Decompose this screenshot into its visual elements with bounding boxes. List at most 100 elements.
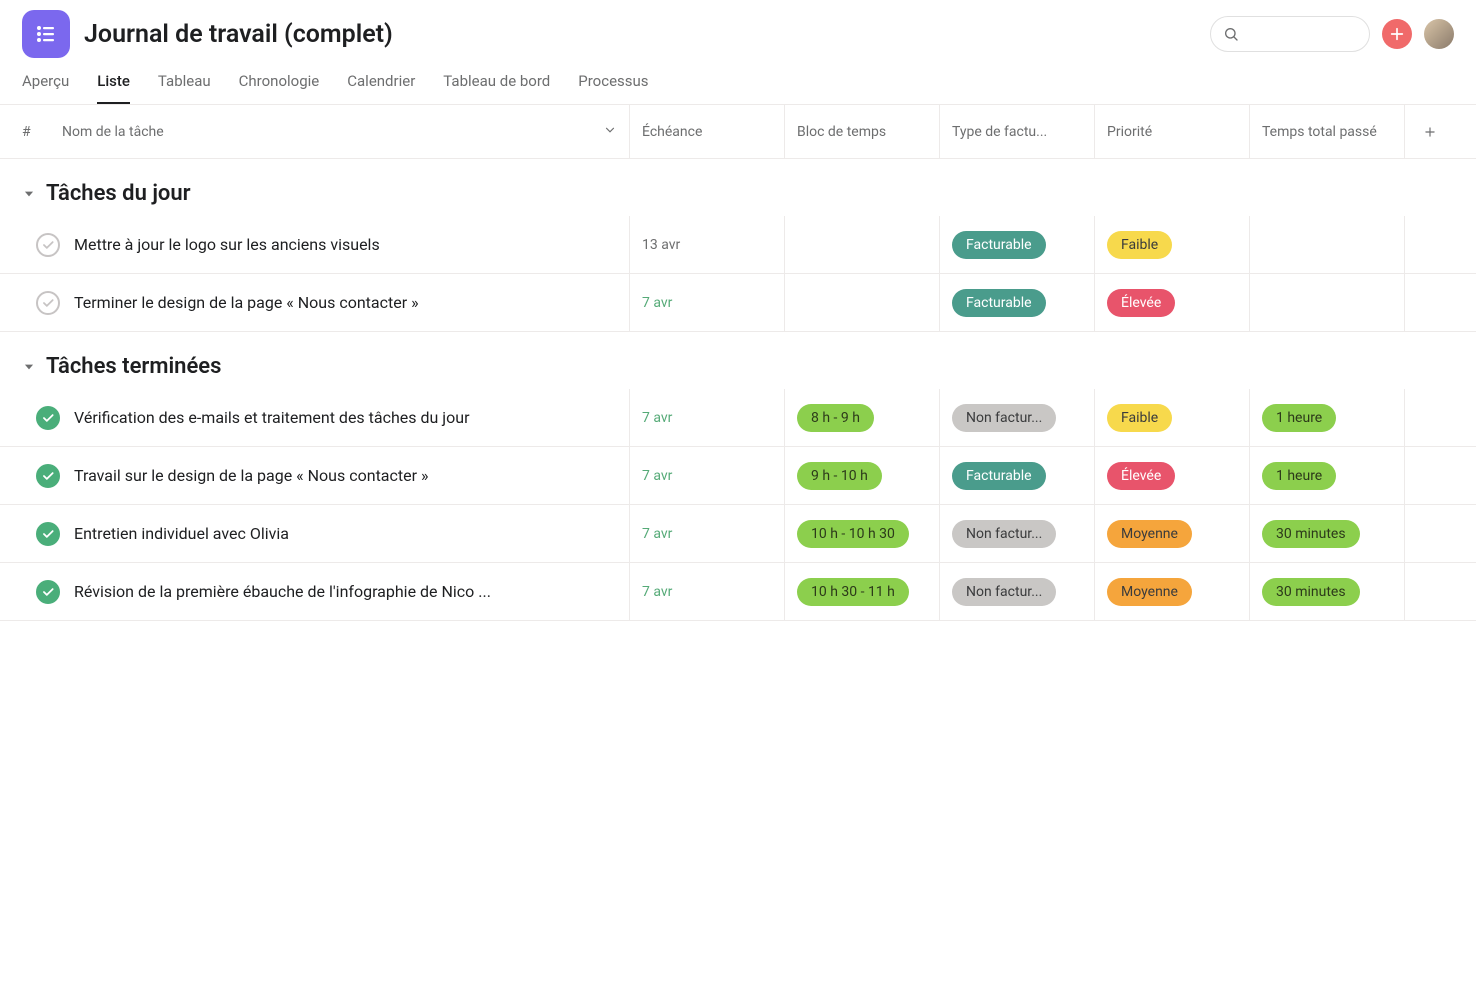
pill: 30 minutes <box>1262 520 1360 548</box>
billing-cell[interactable]: Facturable <box>939 216 1094 273</box>
pill: Élevée <box>1107 289 1175 317</box>
billing-cell[interactable]: Non factur... <box>939 563 1094 620</box>
col-total[interactable]: Temps total passé <box>1249 105 1404 158</box>
priority-cell[interactable]: Faible <box>1094 389 1249 446</box>
total-cell[interactable]: 30 minutes <box>1249 563 1404 620</box>
plus-icon <box>1423 125 1437 139</box>
complete-checkbox[interactable] <box>36 522 60 546</box>
plus-icon <box>1389 26 1405 42</box>
block-cell[interactable]: 9 h - 10 h <box>784 447 939 504</box>
task-name[interactable]: Mettre à jour le logo sur les anciens vi… <box>74 235 380 254</box>
total-cell[interactable] <box>1249 274 1404 331</box>
priority-cell[interactable]: Moyenne <box>1094 563 1249 620</box>
pill: 1 heure <box>1262 462 1336 490</box>
col-name[interactable]: Nom de la tâche <box>62 105 629 158</box>
tab-tableau[interactable]: Tableau <box>158 72 211 104</box>
due-cell[interactable]: 7 avr <box>629 274 784 331</box>
task-name[interactable]: Travail sur le design de la page « Nous … <box>74 466 428 485</box>
table-row[interactable]: Travail sur le design de la page « Nous … <box>0 447 1476 505</box>
priority-cell[interactable]: Faible <box>1094 216 1249 273</box>
pill: Faible <box>1107 404 1172 432</box>
pill: Moyenne <box>1107 578 1192 606</box>
col-block[interactable]: Bloc de temps <box>784 105 939 158</box>
page-title: Journal de travail (complet) <box>84 20 393 49</box>
chevron-down-icon[interactable] <box>603 123 617 141</box>
list-icon <box>34 22 58 46</box>
add-button[interactable] <box>1382 19 1412 49</box>
section-title: Tâches terminées <box>46 354 221 379</box>
priority-cell[interactable]: Élevée <box>1094 447 1249 504</box>
pill: 30 minutes <box>1262 578 1360 606</box>
avatar[interactable] <box>1424 19 1454 49</box>
col-num[interactable]: # <box>22 105 62 158</box>
billing-cell[interactable]: Non factur... <box>939 389 1094 446</box>
pill: Non factur... <box>952 520 1056 548</box>
block-cell[interactable]: 8 h - 9 h <box>784 389 939 446</box>
block-cell[interactable] <box>784 216 939 273</box>
table-row[interactable]: Terminer le design de la page « Nous con… <box>0 274 1476 332</box>
complete-checkbox[interactable] <box>36 291 60 315</box>
billing-cell[interactable]: Facturable <box>939 447 1094 504</box>
search-icon <box>1223 26 1239 42</box>
pill: 10 h 30 - 11 h <box>797 578 909 606</box>
priority-cell[interactable]: Élevée <box>1094 274 1249 331</box>
triangle-down-icon[interactable] <box>22 187 36 201</box>
search-input[interactable] <box>1210 16 1370 52</box>
pill: 10 h - 10 h 30 <box>797 520 909 548</box>
priority-cell[interactable]: Moyenne <box>1094 505 1249 562</box>
block-cell[interactable]: 10 h 30 - 11 h <box>784 563 939 620</box>
total-cell[interactable]: 30 minutes <box>1249 505 1404 562</box>
pill: Moyenne <box>1107 520 1192 548</box>
billing-cell[interactable]: Non factur... <box>939 505 1094 562</box>
task-name[interactable]: Terminer le design de la page « Nous con… <box>74 293 419 312</box>
table-row[interactable]: Révision de la première ébauche de l'inf… <box>0 563 1476 621</box>
pill: Facturable <box>952 289 1046 317</box>
total-cell[interactable]: 1 heure <box>1249 389 1404 446</box>
total-cell[interactable] <box>1249 216 1404 273</box>
section-title: Tâches du jour <box>46 181 191 206</box>
triangle-down-icon[interactable] <box>22 360 36 374</box>
col-priority[interactable]: Priorité <box>1094 105 1249 158</box>
pill: Facturable <box>952 462 1046 490</box>
due-cell[interactable]: 7 avr <box>629 505 784 562</box>
col-due[interactable]: Échéance <box>629 105 784 158</box>
project-icon[interactable] <box>22 10 70 58</box>
table-row[interactable]: Mettre à jour le logo sur les anciens vi… <box>0 216 1476 274</box>
block-cell[interactable] <box>784 274 939 331</box>
table-row[interactable]: Entretien individuel avec Olivia 7 avr 10 … <box>0 505 1476 563</box>
total-cell[interactable]: 1 heure <box>1249 447 1404 504</box>
col-billing[interactable]: Type de factu... <box>939 105 1094 158</box>
billing-cell[interactable]: Facturable <box>939 274 1094 331</box>
tab-aperçu[interactable]: Aperçu <box>22 72 69 104</box>
complete-checkbox[interactable] <box>36 580 60 604</box>
tabs: Aperçu Liste Tableau Chronologie Calendrier T… <box>0 58 1476 105</box>
pill: 9 h - 10 h <box>797 462 882 490</box>
tab-chronologie[interactable]: Chronologie <box>239 72 320 104</box>
tab-calendrier[interactable]: Calendrier <box>347 72 415 104</box>
section-header[interactable]: Tâches terminées <box>0 332 1476 389</box>
tab-liste[interactable]: Liste <box>97 72 130 104</box>
table-row[interactable]: Vérification des e-mails et traitement d… <box>0 389 1476 447</box>
task-name[interactable]: Entretien individuel avec Olivia <box>74 524 289 543</box>
pill: Faible <box>1107 231 1172 259</box>
section-header[interactable]: Tâches du jour <box>0 159 1476 216</box>
pill: Élevée <box>1107 462 1175 490</box>
due-cell[interactable]: 7 avr <box>629 447 784 504</box>
pill: Non factur... <box>952 578 1056 606</box>
tab-tableau-de-bord[interactable]: Tableau de bord <box>443 72 550 104</box>
complete-checkbox[interactable] <box>36 464 60 488</box>
add-column-button[interactable] <box>1404 105 1454 158</box>
task-name[interactable]: Vérification des e-mails et traitement d… <box>74 408 470 427</box>
pill: Non factur... <box>952 404 1056 432</box>
tab-processus[interactable]: Processus <box>578 72 648 104</box>
due-cell[interactable]: 7 avr <box>629 389 784 446</box>
block-cell[interactable]: 10 h - 10 h 30 <box>784 505 939 562</box>
complete-checkbox[interactable] <box>36 233 60 257</box>
complete-checkbox[interactable] <box>36 406 60 430</box>
due-cell[interactable]: 7 avr <box>629 563 784 620</box>
pill: 8 h - 9 h <box>797 404 874 432</box>
pill: Facturable <box>952 231 1046 259</box>
due-cell[interactable]: 13 avr <box>629 216 784 273</box>
column-headers: # Nom de la tâche Échéance Bloc de temps… <box>0 105 1476 159</box>
task-name[interactable]: Révision de la première ébauche de l'inf… <box>74 582 491 601</box>
